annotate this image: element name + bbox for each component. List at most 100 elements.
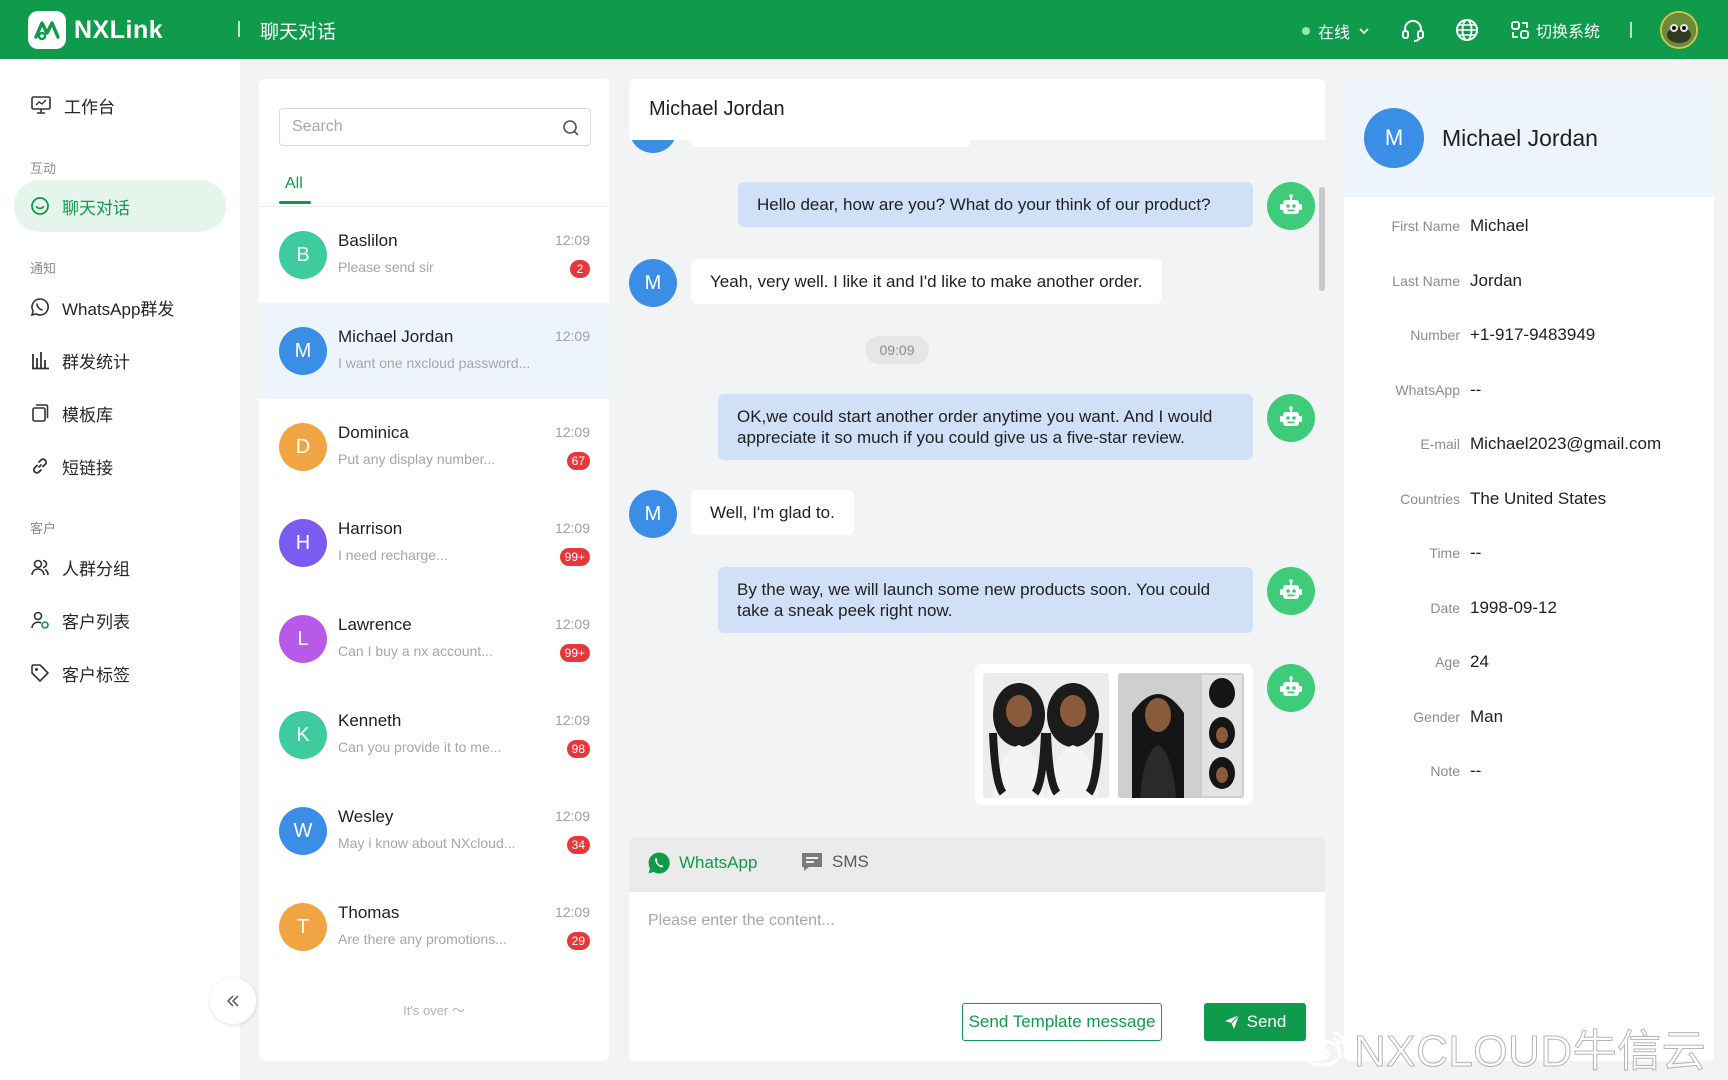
- sidebar-item-customer-list[interactable]: 客户列表: [14, 594, 226, 646]
- sidebar-item-templates[interactable]: 模板库: [14, 387, 226, 439]
- contact-name: Harrison: [338, 519, 403, 538]
- unread-badge: 99+: [559, 644, 590, 662]
- conversation-item[interactable]: W Wesley 12:09 May i know about NXcloud... 3…: [259, 783, 609, 879]
- robot-icon: [1280, 579, 1302, 599]
- sidebar-item-whatsapp-mass[interactable]: WhatsApp群发: [14, 281, 226, 333]
- field-label: Note: [1430, 763, 1460, 779]
- tab-whatsapp-label: WhatsApp: [679, 853, 758, 872]
- chat-scrollbar[interactable]: [1319, 187, 1325, 291]
- contact-name: Michael Jordan: [1442, 125, 1598, 151]
- message-time: 12:09: [554, 712, 590, 728]
- sidebar-item-label: WhatsApp群发: [62, 299, 175, 319]
- switch-system-icon: [1511, 21, 1529, 39]
- divider: [238, 21, 240, 37]
- collapse-sidebar-button[interactable]: [210, 978, 256, 1024]
- message-preview: Please send sir: [338, 259, 434, 275]
- sidebar: 工作台 互动 聊天对话 通知 WhatsApp群发 群发统计 模板库 短链接 客…: [0, 59, 240, 1080]
- message-bubble-incoming: Well, I'm glad to.: [691, 490, 854, 535]
- tab-all[interactable]: All: [285, 175, 303, 193]
- switch-system-button[interactable]: 切换系统: [1510, 18, 1600, 42]
- search-box: [279, 108, 591, 146]
- sidebar-item-label: 客户列表: [62, 612, 130, 632]
- message-time: 12:09: [554, 616, 590, 632]
- chat-icon: [31, 197, 49, 215]
- double-chevron-left-icon: [226, 995, 239, 1007]
- search-icon[interactable]: [562, 119, 580, 137]
- message-time: 12:09: [554, 808, 590, 824]
- chevron-down-icon: [1359, 28, 1369, 35]
- sms-icon: [802, 853, 822, 871]
- field-value: +1-917-9483949: [1470, 325, 1596, 344]
- nav-group-label: 互动: [30, 161, 57, 176]
- sidebar-item-workbench[interactable]: 工作台: [14, 79, 226, 131]
- headset-icon[interactable]: [1400, 17, 1426, 43]
- field-value: --: [1470, 379, 1482, 399]
- contact-name: Lawrence: [338, 615, 412, 634]
- sidebar-item-label: 聊天对话: [62, 198, 130, 218]
- conversation-item[interactable]: M Michael Jordan 12:09 I want one nxcloud p…: [259, 303, 609, 399]
- contact-name: Kenneth: [338, 711, 402, 730]
- conversation-item[interactable]: L Lawrence 12:09 Can I buy a nx account... 9…: [259, 591, 609, 687]
- product-photo[interactable]: [1118, 673, 1244, 798]
- message-composer: WhatsApp SMS Send Template message Send: [629, 837, 1325, 1061]
- send-button-label: Send: [1246, 1012, 1287, 1031]
- image-message[interactable]: [975, 664, 1253, 805]
- sidebar-item-chat[interactable]: 聊天对话: [14, 180, 226, 232]
- field-label: WhatsApp: [1395, 381, 1460, 398]
- message-input[interactable]: [629, 892, 1325, 992]
- bar-chart-icon: [32, 352, 49, 370]
- sidebar-item-customer-tags[interactable]: 客户标签: [14, 647, 226, 699]
- page-title: 聊天对话: [260, 22, 337, 43]
- user-avatar: M: [629, 259, 677, 307]
- status-label: 在线: [1318, 25, 1351, 42]
- sidebar-item-label: 人群分组: [62, 559, 130, 579]
- tag-icon: [31, 664, 49, 682]
- conversation-list-panel: All B Baslilon 12:09 Please send sir 2 M Micha…: [259, 79, 609, 1061]
- switch-system-label: 切换系统: [1536, 24, 1601, 41]
- chat-header: Michael Jordan: [629, 79, 1325, 140]
- sidebar-item-mass-stats[interactable]: 群发统计: [14, 334, 226, 386]
- field-value: --: [1470, 761, 1482, 780]
- bot-avatar: [1267, 567, 1315, 615]
- message-time: 12:09: [554, 904, 590, 920]
- nav-group-label: 通知: [30, 261, 57, 276]
- message-preview: I want one nxcloud password...: [338, 355, 531, 371]
- send-button[interactable]: Send: [1204, 1003, 1306, 1041]
- contact-avatar: M: [279, 327, 327, 375]
- conversation-item[interactable]: K Kenneth 12:09 Can you provide it to me...…: [259, 687, 609, 783]
- contact-avatar: L: [279, 615, 327, 663]
- product-photo[interactable]: [983, 673, 1109, 798]
- message-preview: Can I buy a nx account...: [338, 643, 493, 659]
- brand-name: NXLink: [74, 15, 164, 44]
- conversation-item[interactable]: T Thomas 12:09 Are there any promotions... 2…: [259, 879, 609, 975]
- tab-whatsapp[interactable]: WhatsApp: [647, 851, 757, 875]
- send-template-button[interactable]: Send Template message: [962, 1003, 1162, 1041]
- search-input[interactable]: [280, 109, 540, 145]
- tab-sms[interactable]: SMS: [800, 851, 869, 873]
- sidebar-item-short-links[interactable]: 短链接: [14, 440, 226, 492]
- conversation-item[interactable]: H Harrison 12:09 I need recharge... 99+: [259, 495, 609, 591]
- conversation-item[interactable]: D Dominica 12:09 Put any display number... 6…: [259, 399, 609, 495]
- chat-contact-name: Michael Jordan: [649, 98, 785, 120]
- sidebar-item-segments[interactable]: 人群分组: [14, 541, 226, 593]
- whatsapp-icon: [648, 852, 670, 874]
- message-bubble-outgoing: By the way, we will launch some new prod…: [718, 567, 1253, 633]
- chat-area: Michael Jordan Hello dear, how are you? …: [629, 79, 1325, 1061]
- globe-icon[interactable]: [1454, 17, 1480, 43]
- message-preview: I need recharge...: [338, 547, 448, 563]
- field-label: First Name: [1391, 218, 1460, 234]
- conversation-item[interactable]: B Baslilon 12:09 Please send sir 2: [259, 207, 609, 303]
- field-value: 24: [1470, 652, 1489, 671]
- online-status-dropdown[interactable]: 在线: [1302, 19, 1370, 43]
- contact-avatar: B: [279, 231, 327, 279]
- robot-icon: [1280, 676, 1302, 696]
- watermark: NXCLOUD牛信云: [1302, 1015, 1706, 1079]
- online-dot-icon: [1302, 27, 1310, 35]
- unread-badge: 99+: [559, 548, 590, 566]
- sidebar-item-label: 群发统计: [62, 352, 130, 372]
- user-avatar[interactable]: [1660, 11, 1698, 49]
- bot-avatar: [1267, 664, 1315, 712]
- message-preview: May i know about NXcloud...: [338, 835, 516, 851]
- users-icon: [31, 559, 49, 576]
- logo[interactable]: NXLink: [28, 11, 163, 49]
